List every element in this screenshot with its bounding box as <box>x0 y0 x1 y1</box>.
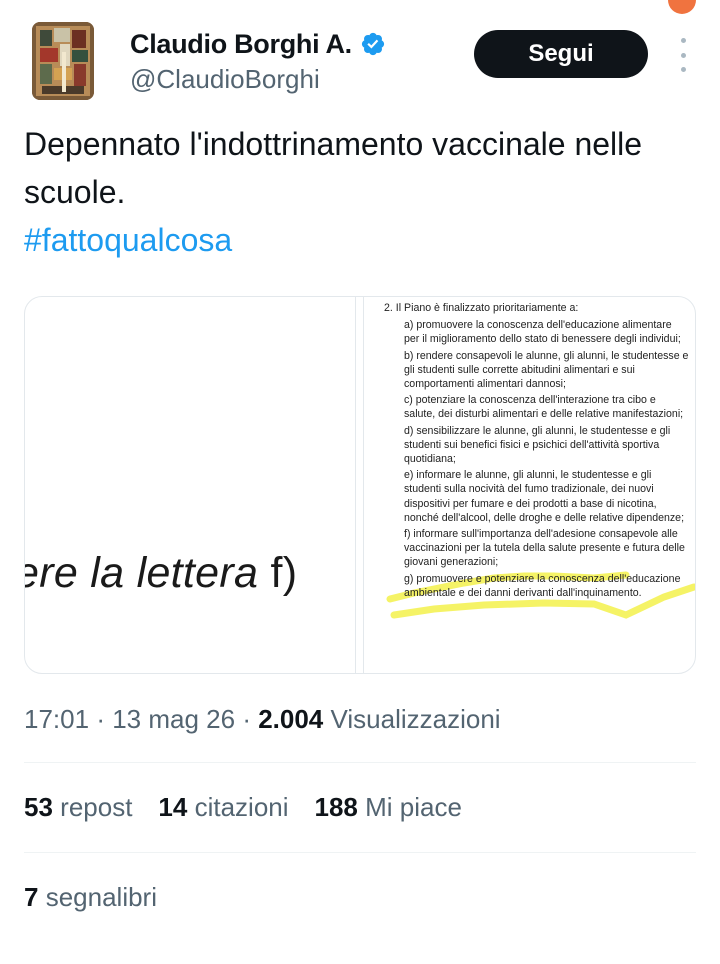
more-vertical-icon[interactable] <box>678 38 688 72</box>
media-image-1[interactable]: ere la lettera f) <box>25 297 356 673</box>
notification-dot <box>668 0 696 14</box>
quotes-stat[interactable]: 14 citazioni <box>158 792 288 823</box>
document-item-g: g) promuovere e potenziare la conoscenza… <box>404 572 681 599</box>
bookmarks-stat[interactable]: 7 segnalibri <box>24 882 157 913</box>
views-label: Visualizzazioni <box>330 704 501 734</box>
document-item-c: c) potenziare la conoscenza dell'interaz… <box>404 394 684 421</box>
document-excerpt: 2. Il Piano è finalizzato prioritariamen… <box>384 301 689 602</box>
likes-count: 188 <box>314 792 358 822</box>
hashtag-link[interactable]: #fattoqualcosa <box>24 216 696 264</box>
image-1-text-main: ere la lettera <box>25 549 271 597</box>
more-dot <box>680 67 686 72</box>
engagement-stats: 53 repost 14 citazioni 188 Mi piace <box>24 792 462 823</box>
tweet-meta: 17:01 · 13 mag 26 · 2.004 Visualizzazion… <box>24 704 501 735</box>
tweet-date[interactable]: 13 mag 26 <box>112 704 235 734</box>
image-1-text-paren: f) <box>270 549 298 597</box>
more-dot <box>680 52 686 58</box>
views-count: 2.004 <box>258 704 324 734</box>
image-1-text: ere la lettera f) <box>25 549 297 598</box>
document-item-e: e) informare le alunne, gli alunni, le s… <box>404 469 685 524</box>
avatar[interactable] <box>32 22 94 100</box>
divider <box>24 852 696 853</box>
meta-separator: · <box>96 704 113 734</box>
avatar-image <box>32 22 94 100</box>
document-item-f: f) informare sull'importanza dell'adesio… <box>404 528 685 569</box>
bookmarks-label: segnalibri <box>45 882 157 912</box>
tweet-text: Depennato l'indottrinamento vaccinale ne… <box>24 120 696 264</box>
quotes-count: 14 <box>158 792 188 822</box>
tweet-header: Claudio Borghi A. @ClaudioBorghi Segui <box>32 22 696 106</box>
reposts-count: 53 <box>24 792 53 822</box>
author-block: Claudio Borghi A. @ClaudioBorghi <box>130 26 386 95</box>
display-name[interactable]: Claudio Borghi A. <box>130 29 352 60</box>
reposts-stat[interactable]: 53 repost <box>24 792 132 823</box>
media-image-2[interactable]: 2. Il Piano è finalizzato prioritariamen… <box>364 297 695 673</box>
document-item-a: a) promuovere la conoscenza dell'educazi… <box>404 319 681 346</box>
media-gallery: ere la lettera f) 2. Il Piano è finalizz… <box>24 296 696 674</box>
quotes-label: citazioni <box>194 792 289 822</box>
media-separator <box>356 297 364 673</box>
document-item-b: b) rendere consapevoli le alunne, gli al… <box>404 349 689 391</box>
document-item-d: d) sensibilizzare le alunne, gli alunni,… <box>404 424 671 466</box>
reposts-label: repost <box>60 792 133 822</box>
document-lead: 2. Il Piano è finalizzato prioritariamen… <box>384 302 579 314</box>
display-name-row: Claudio Borghi A. <box>130 26 386 62</box>
verified-badge-icon[interactable] <box>360 31 386 57</box>
divider <box>24 762 696 763</box>
likes-label: Mi piace <box>365 792 462 822</box>
tweet-body: Depennato l'indottrinamento vaccinale ne… <box>24 126 643 210</box>
bookmarks-count: 7 <box>24 882 39 912</box>
author-handle[interactable]: @ClaudioBorghi <box>130 64 386 95</box>
follow-button[interactable]: Segui <box>474 30 648 78</box>
tweet-time[interactable]: 17:01 <box>24 704 89 734</box>
meta-separator: · <box>242 704 259 734</box>
more-dot <box>680 38 686 43</box>
likes-stat[interactable]: 188 Mi piace <box>315 792 462 823</box>
